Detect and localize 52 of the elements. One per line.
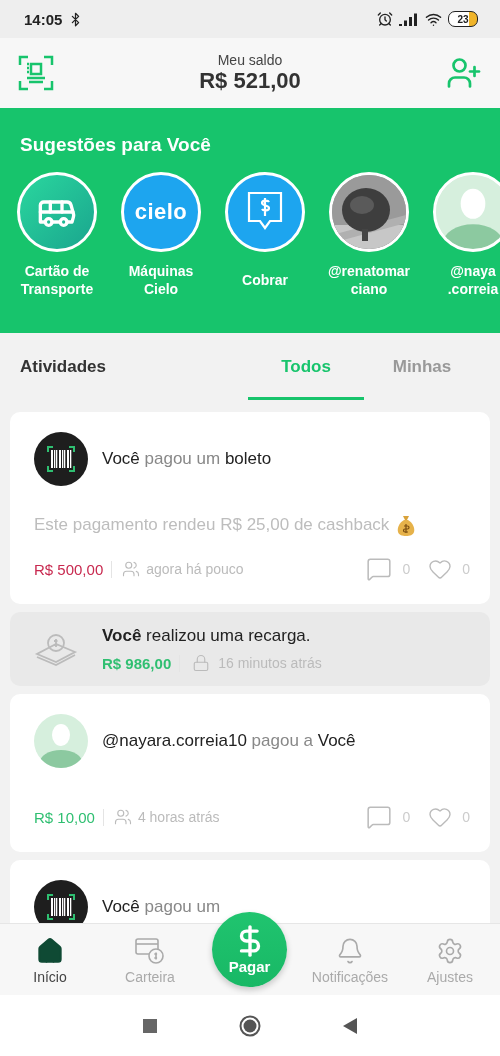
contact-avatar-button[interactable] (433, 172, 500, 252)
home-circle-icon[interactable] (239, 1014, 261, 1037)
nav-tab[interactable]: Notificações (300, 924, 400, 995)
lock-icon (192, 654, 211, 672)
filter-tab[interactable]: Minhas (364, 333, 480, 400)
activity-title: Você pagou um boleto (102, 449, 272, 469)
qr-scan-icon[interactable] (18, 55, 54, 91)
suggestion-label: @naya .correia (447, 262, 499, 298)
suggestion-label: @renatomar ciano (327, 262, 411, 298)
activity-time: agora há pouco (146, 561, 244, 577)
card-coin-icon (135, 937, 165, 965)
activity-title: Você realizou uma recarga. (102, 626, 312, 646)
home-icon (36, 937, 64, 965)
people-icon (122, 560, 141, 578)
amount: R$ 500,00 (34, 560, 113, 578)
barcode-avatar (34, 432, 88, 486)
amount: R$ 986,00 (102, 654, 181, 672)
bell-icon (336, 937, 364, 965)
alarm-icon (377, 11, 393, 27)
cielo-logo-button[interactable]: cielo (121, 172, 201, 252)
nav-tab[interactable]: Carteira (100, 924, 200, 995)
activity-title: @nayara.correia10 pagou a Você (102, 731, 356, 751)
balance-value: R$ 521,00 (199, 68, 301, 94)
pay-button[interactable]: Pagar (212, 912, 287, 987)
money-bag-icon (397, 514, 416, 536)
filter-tab[interactable]: Todos (248, 333, 364, 400)
heart-icon[interactable] (428, 557, 453, 581)
suggestion-label: Cartão de Transporte (20, 262, 94, 298)
nav-tab[interactable]: Início (0, 924, 100, 995)
section-title: Sugestões para Você (20, 134, 211, 156)
comment-icon[interactable] (366, 556, 393, 582)
suggestion-label: Cobrar (242, 271, 288, 290)
amount: R$ 10,00 (34, 808, 104, 826)
suggestion-label: Máquinas Cielo (128, 262, 194, 298)
settings-icon (436, 937, 464, 965)
nav-tab[interactable]: Ajustes (400, 924, 500, 995)
balance-label: Meu saldo (217, 52, 283, 68)
phone-cash-icon (34, 632, 78, 666)
heart-icon[interactable] (428, 805, 453, 829)
comment-icon[interactable] (366, 804, 393, 830)
person-avatar (34, 714, 88, 768)
activity-time: 4 horas atrás (137, 809, 220, 825)
add-user-icon[interactable] (446, 55, 482, 91)
person-avatar-icon (436, 175, 500, 249)
battery-indicator: 23 (448, 11, 478, 27)
back-icon[interactable] (343, 1017, 357, 1034)
cashback-note: Este pagamento rendeu R$ 25,00 de cashback (34, 515, 390, 535)
signal-icon (399, 12, 419, 26)
activities-label: Atividades (20, 356, 106, 377)
clock: 14:05 (24, 10, 63, 28)
recents-icon[interactable] (143, 1018, 157, 1033)
people-icon (113, 808, 132, 826)
